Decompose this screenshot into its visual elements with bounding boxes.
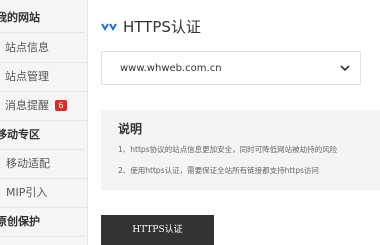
sidebar-item-label: 站点信息 xyxy=(5,41,49,54)
sidebar-heading-label: 我的网站 xyxy=(0,11,40,24)
page-title: HTTPS认证 xyxy=(123,18,201,36)
sidebar-heading-my-sites: 我的网站 xyxy=(0,4,84,33)
main-panel: HTTPS认证 www.whweb.com.cn 说明 1、https协议的站点… xyxy=(89,0,380,245)
notice-title: 说明 xyxy=(118,122,143,136)
sidebar-item-label: 站点管理 xyxy=(5,70,49,83)
sidebar-item-site-manage[interactable]: 站点管理 xyxy=(0,63,88,92)
sidebar-heading-label: 移动专区 xyxy=(0,128,40,141)
message-count-badge: 6 xyxy=(55,100,67,111)
sidebar-nav: 我的网站 站点信息 站点管理 消息提醒 6 移动专区 移动适配 MIP引入 原创保… xyxy=(0,0,88,245)
notice-line: 2、使用https认证，需要保证全站所有链接都支持https访问 xyxy=(118,166,319,175)
sidebar-heading-mobile: 移动专区 xyxy=(0,121,84,150)
domain-select-value: www.whweb.com.cn xyxy=(120,63,222,74)
sidebar-item-label: 消息提醒 xyxy=(5,99,49,112)
sidebar-item-label: 移动适配 xyxy=(6,157,50,170)
double-chevron-icon xyxy=(101,23,117,31)
sidebar-item-site-info[interactable]: 站点信息 xyxy=(0,34,88,63)
https-certify-button[interactable]: HTTPS认证 xyxy=(101,215,214,245)
sidebar-heading-original: 原创保护 xyxy=(0,208,84,237)
notice-box: 说明 1、https协议的站点信息更加安全，同时可降低网站被劫持的风险 2、使用… xyxy=(101,110,380,190)
chevron-down-icon xyxy=(340,65,350,72)
notice-line: 1、https协议的站点信息更加安全，同时可降低网站被劫持的风险 xyxy=(118,145,338,154)
sidebar-item-label: MIP引入 xyxy=(6,186,48,199)
sidebar-item-mip[interactable]: MIP引入 xyxy=(0,179,88,208)
domain-select[interactable]: www.whweb.com.cn xyxy=(101,51,361,85)
sidebar-item-messages[interactable]: 消息提醒 6 xyxy=(0,92,88,121)
sidebar-heading-label: 原创保护 xyxy=(0,215,40,228)
sidebar-item-mobile-adapt[interactable]: 移动适配 xyxy=(0,150,88,179)
